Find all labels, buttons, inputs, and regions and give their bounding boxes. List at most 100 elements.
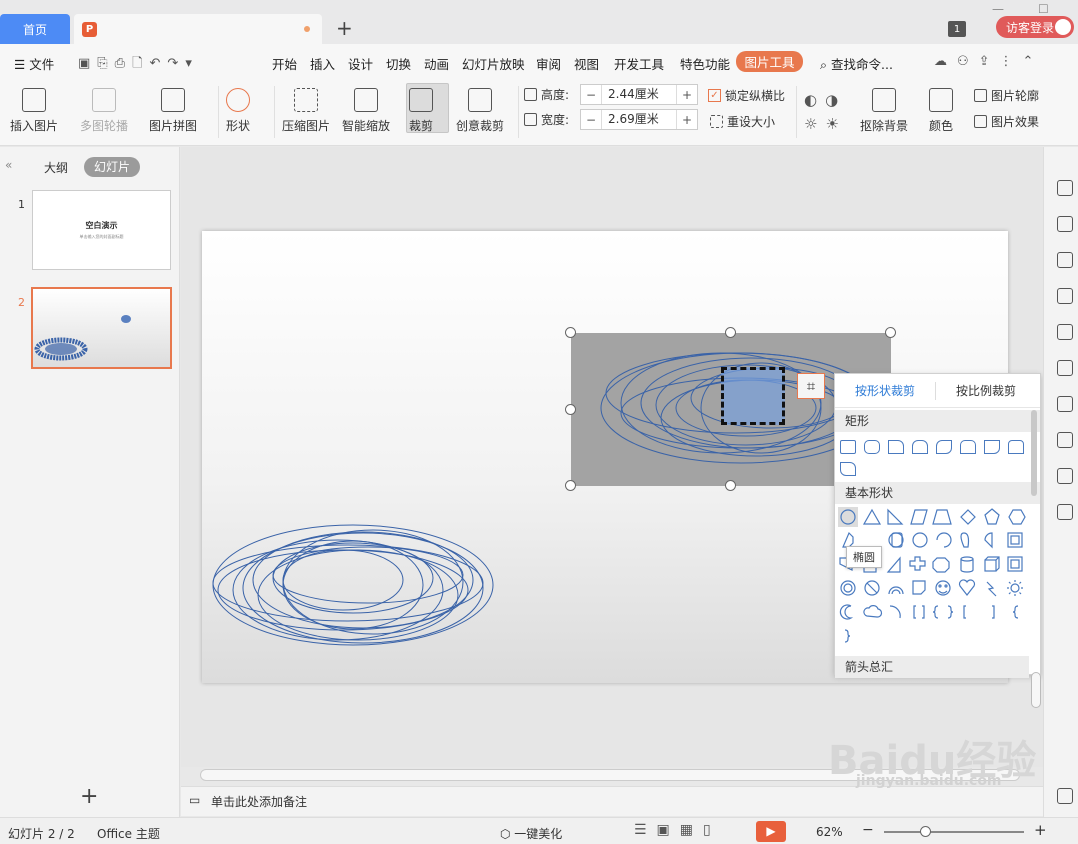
menu-view[interactable]: 视图: [574, 54, 599, 73]
resize-handle-bc[interactable]: [725, 480, 736, 491]
theme-name[interactable]: Office 主题: [97, 825, 160, 842]
grid-icon[interactable]: [1057, 324, 1073, 340]
collage-label: 图片拼图: [149, 119, 198, 133]
diagonal-round-shape-icon[interactable]: [936, 440, 952, 454]
star-icon[interactable]: [1057, 216, 1073, 232]
menu-developer[interactable]: 开发工具: [614, 54, 664, 73]
snip-corner-shape-icon[interactable]: [888, 440, 904, 454]
resize-handle-ml[interactable]: [565, 404, 576, 415]
crop-button[interactable]: 裁剪: [409, 88, 433, 134]
window-count-badge[interactable]: 1: [948, 21, 966, 37]
menu-picture-tools[interactable]: 图片工具: [736, 51, 803, 72]
menu-transition[interactable]: 切换: [386, 54, 411, 73]
archive-icon[interactable]: [1057, 504, 1073, 520]
menu-features[interactable]: 特色功能: [680, 54, 730, 73]
menu-animation[interactable]: 动画: [424, 54, 449, 73]
slide-thumbnail-1[interactable]: 空白演示 单击输入您的封面副标题: [32, 190, 171, 270]
compress-picture-button[interactable]: 压缩图片: [282, 88, 330, 134]
tab-crop-by-shape[interactable]: 按形状裁剪: [835, 382, 935, 399]
beautify-button[interactable]: ⬡ 一键美化: [500, 825, 562, 842]
creative-crop-button[interactable]: 创意裁剪: [456, 88, 504, 134]
popup-scrollbar[interactable]: [1031, 410, 1037, 496]
audio-icon[interactable]: [1057, 432, 1073, 448]
vertical-scrollbar[interactable]: [1031, 672, 1041, 708]
remove-background-button[interactable]: 抠除背景: [860, 88, 908, 134]
crop-selection-ellipse[interactable]: [721, 367, 785, 425]
resize-handle-tc[interactable]: [725, 327, 736, 338]
layers-icon[interactable]: [1057, 288, 1073, 304]
watermark-url: jingyan.baidu.com: [856, 773, 1002, 789]
rounded-rectangle-shape-icon[interactable]: [864, 440, 880, 454]
effect-label: 图片效果: [991, 115, 1040, 129]
round-top-shape-icon[interactable]: [912, 440, 928, 454]
picture-outline-button[interactable]: 图片轮廓: [974, 87, 1039, 104]
apps-icon[interactable]: [1057, 788, 1073, 804]
collapse-panel-icon[interactable]: «: [5, 158, 12, 172]
height-decrease[interactable]: −: [581, 88, 601, 102]
add-slide-button[interactable]: +: [80, 784, 98, 809]
shape-button[interactable]: 形状: [226, 88, 250, 134]
outline-label: 图片轮廓: [991, 89, 1040, 103]
tab-outline[interactable]: 大纲: [44, 159, 68, 176]
menu-insert[interactable]: 插入: [310, 54, 335, 73]
notes-bar[interactable]: ▭ 单击此处添加备注: [181, 786, 1043, 816]
diagonal-snip-shape-icon[interactable]: [840, 462, 856, 476]
multi-outline-button[interactable]: 多图轮播: [80, 88, 128, 134]
shape-label: 形状: [226, 119, 251, 133]
login-button[interactable]: 访客登录: [996, 16, 1074, 38]
slide-thumbnail-2[interactable]: [31, 287, 172, 369]
lock-ratio-checkbox[interactable]: ✓ 锁定纵横比: [708, 87, 785, 104]
new-tab-button[interactable]: +: [336, 16, 353, 40]
ribbon-separator: [218, 86, 219, 138]
tab-crop-by-ratio[interactable]: 按比例裁剪: [936, 382, 1036, 399]
insert-picture-button[interactable]: 插入图片: [10, 88, 58, 134]
zoom-slider-thumb[interactable]: [920, 826, 931, 837]
zoom-in-button[interactable]: +: [1034, 821, 1047, 839]
video-icon[interactable]: [1057, 468, 1073, 484]
transform-icon[interactable]: [1057, 252, 1073, 268]
round-corner-shape-icon[interactable]: [984, 440, 1000, 454]
minimize-icon[interactable]: —: [992, 2, 1004, 16]
menu-review[interactable]: 审阅: [536, 54, 561, 73]
command-search[interactable]: ⌕ 查找命令...: [820, 54, 893, 73]
table-icon[interactable]: [1057, 396, 1073, 412]
cloud-share-icons[interactable]: ☁⚇⇪⋮⌃: [934, 54, 1043, 69]
resize-handle-bl[interactable]: [565, 480, 576, 491]
smart-scale-button[interactable]: 智能缩放: [342, 88, 390, 134]
scribble-picture[interactable]: [203, 510, 523, 665]
resize-handle-tl[interactable]: [565, 327, 576, 338]
reset-size-button[interactable]: 重设大小: [710, 113, 775, 130]
zoom-level[interactable]: 62%: [816, 825, 843, 839]
menu-start[interactable]: 开始: [272, 54, 297, 73]
tooltip-ellipse: 椭圆: [846, 546, 882, 568]
zoom-slider[interactable]: [884, 831, 1024, 833]
zoom-out-button[interactable]: −: [862, 822, 874, 838]
quick-access-toolbar[interactable]: ▣⎘⎙🗋↶↷▾: [78, 54, 199, 76]
menu-slideshow[interactable]: 幻灯片放映: [462, 54, 525, 73]
color-button[interactable]: 颜色: [929, 88, 953, 134]
picture-collage-button[interactable]: 图片拼图: [149, 88, 197, 134]
height-input[interactable]: −2.44厘米 +: [580, 84, 698, 105]
tab-document[interactable]: P: [74, 14, 322, 44]
slide-number: 2: [18, 296, 25, 309]
tab-slides[interactable]: 幻灯片: [84, 157, 140, 177]
width-increase[interactable]: +: [677, 113, 697, 127]
picture-effect-button[interactable]: 图片效果: [974, 113, 1039, 130]
crop-toggle-icon[interactable]: ⌗: [797, 373, 825, 399]
properties-icon[interactable]: [1057, 180, 1073, 196]
menu-design[interactable]: 设计: [348, 54, 373, 73]
rectangle-shape-icon[interactable]: [840, 440, 856, 454]
image-icon[interactable]: [1057, 360, 1073, 376]
tab-home[interactable]: 首页: [0, 14, 70, 44]
file-menu[interactable]: ☰ 文件: [14, 54, 54, 73]
brightness-contrast-icons[interactable]: ◐◑ ☼☀: [804, 88, 847, 136]
width-input[interactable]: −2.69厘米 +: [580, 109, 698, 130]
width-decrease[interactable]: −: [581, 113, 601, 127]
height-increase[interactable]: +: [677, 88, 697, 102]
resize-handle-tr[interactable]: [885, 327, 896, 338]
view-mode-icons[interactable]: ☰▣▦▯: [634, 822, 721, 838]
maximize-icon[interactable]: ☐: [1038, 2, 1049, 16]
tab-shape-icon[interactable]: [1008, 440, 1024, 454]
play-slideshow-button[interactable]: ▶: [756, 821, 786, 842]
snip-top-shape-icon[interactable]: [960, 440, 976, 454]
